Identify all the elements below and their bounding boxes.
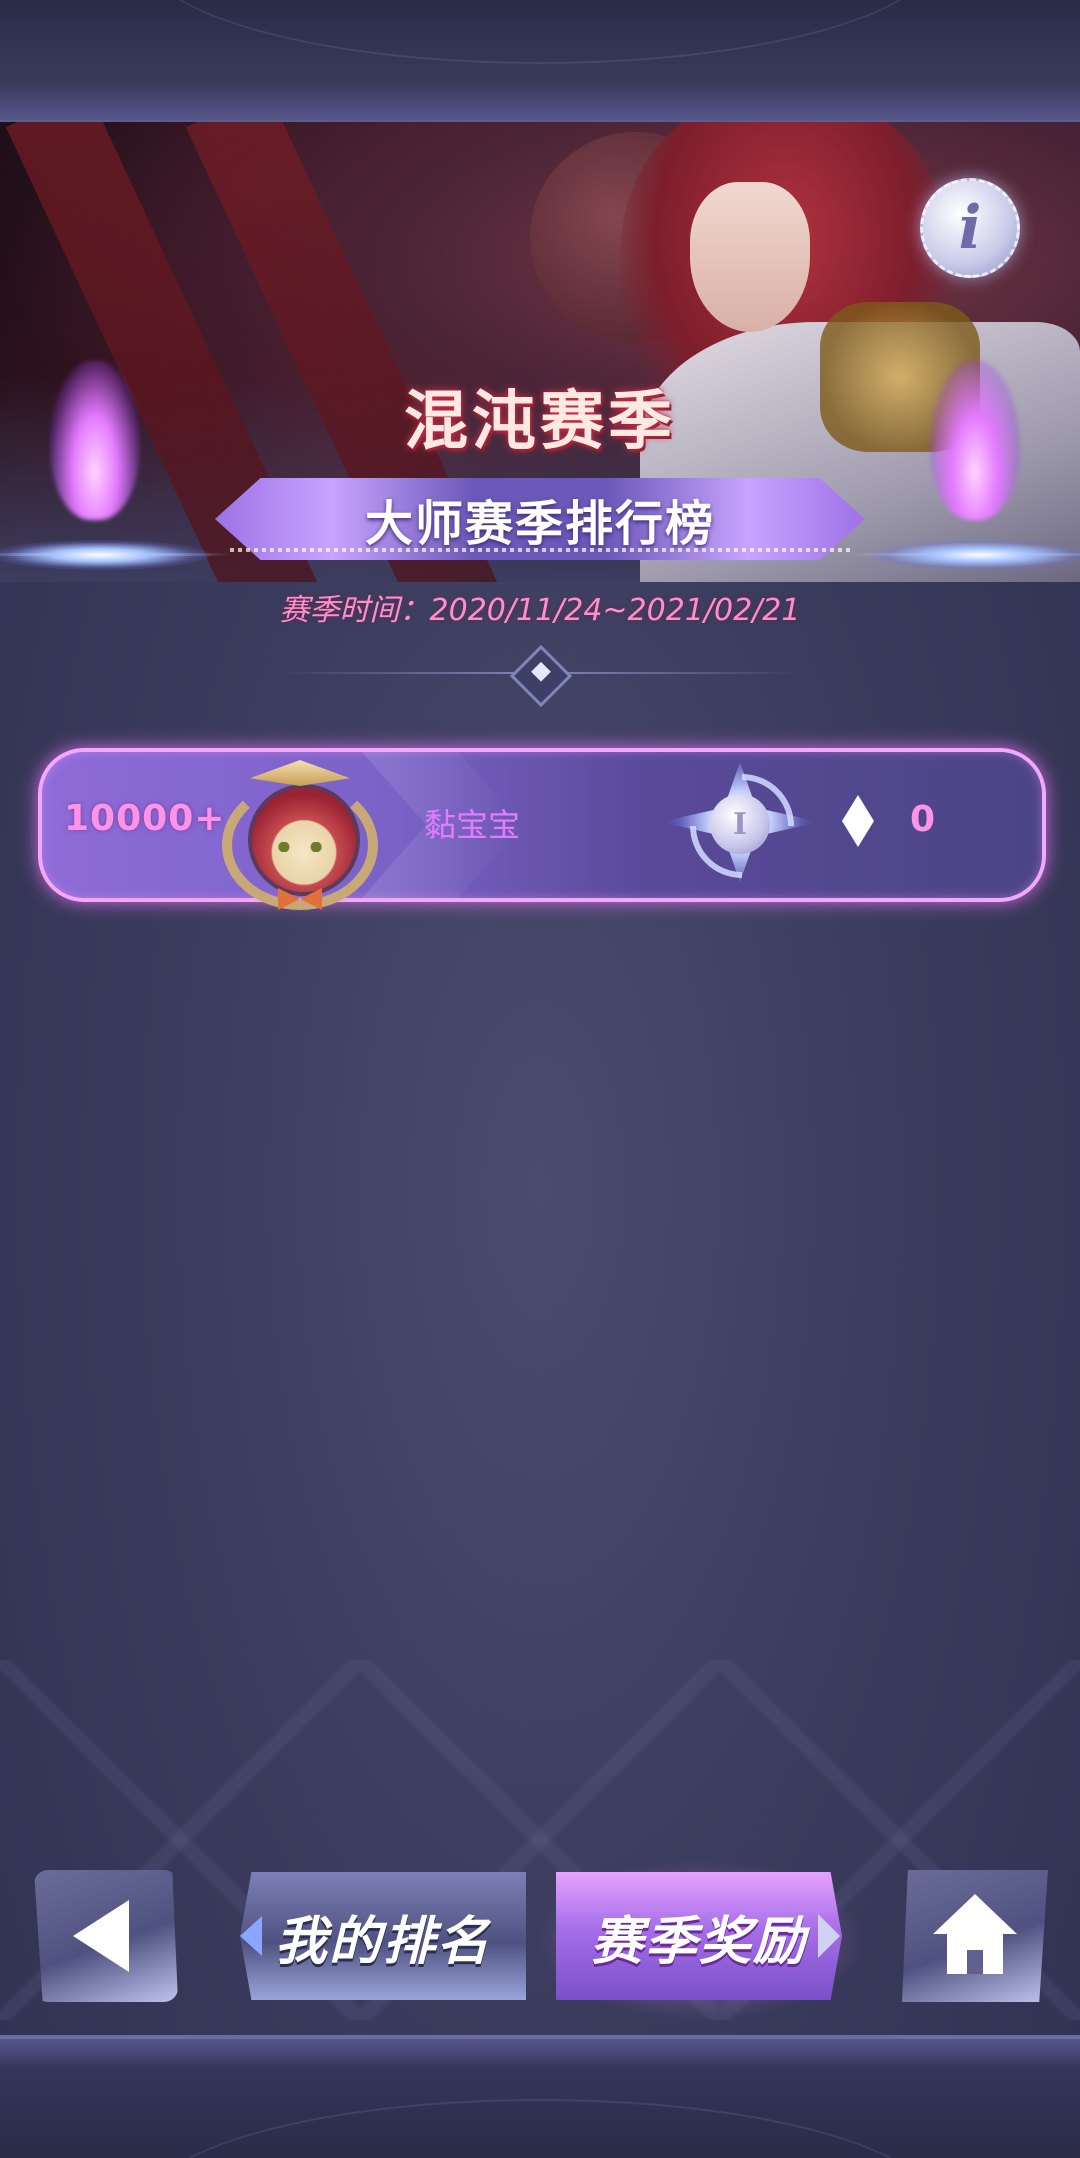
season-reward-tab[interactable]: 赛季奖励 (556, 1872, 842, 2000)
flame-base (870, 540, 1080, 570)
graduation-hat-icon (250, 760, 350, 786)
hero-face (690, 182, 810, 332)
player-name: 黏宝宝 (424, 806, 521, 844)
info-icon: i (958, 193, 982, 263)
season-reward-label: 赛季奖励 (590, 1911, 807, 1972)
left-flame-decoration (0, 350, 230, 600)
player-avatar[interactable] (222, 760, 378, 910)
home-button[interactable] (902, 1870, 1048, 2002)
bottom-footer-strip (0, 2035, 1080, 2158)
my-rank-label: 我的排名 (274, 1911, 491, 1972)
avatar-face (248, 784, 360, 896)
rank-star-badge-icon: I (650, 742, 830, 902)
divider-gem-icon (509, 644, 573, 708)
player-score: 0 (910, 799, 936, 840)
right-flame-decoration (850, 350, 1080, 600)
flame-icon (50, 360, 140, 520)
badge-tier: I (710, 794, 770, 854)
rank-number: 10000+ (64, 798, 226, 839)
banner-shine (230, 548, 850, 552)
back-button[interactable] (34, 1870, 178, 2002)
ranking-title: 大师赛季排行榜 (364, 496, 715, 552)
back-arrow-icon (73, 1900, 129, 1972)
season-time: 赛季时间：2020/11/24~2021/02/21 (279, 593, 801, 628)
flame-base (0, 540, 210, 570)
top-header-strip (0, 0, 1080, 124)
flame-icon (930, 360, 1020, 520)
avatar-eyes (277, 842, 323, 852)
info-button[interactable]: i (920, 178, 1020, 278)
home-icon (933, 1894, 1017, 1978)
my-rank-tab[interactable]: 我的排名 (240, 1872, 526, 2000)
ranking-screen: i 混沌赛季 大师赛季排行榜 赛季时间：2020/11/24~2021/02/2… (0, 0, 1080, 2158)
